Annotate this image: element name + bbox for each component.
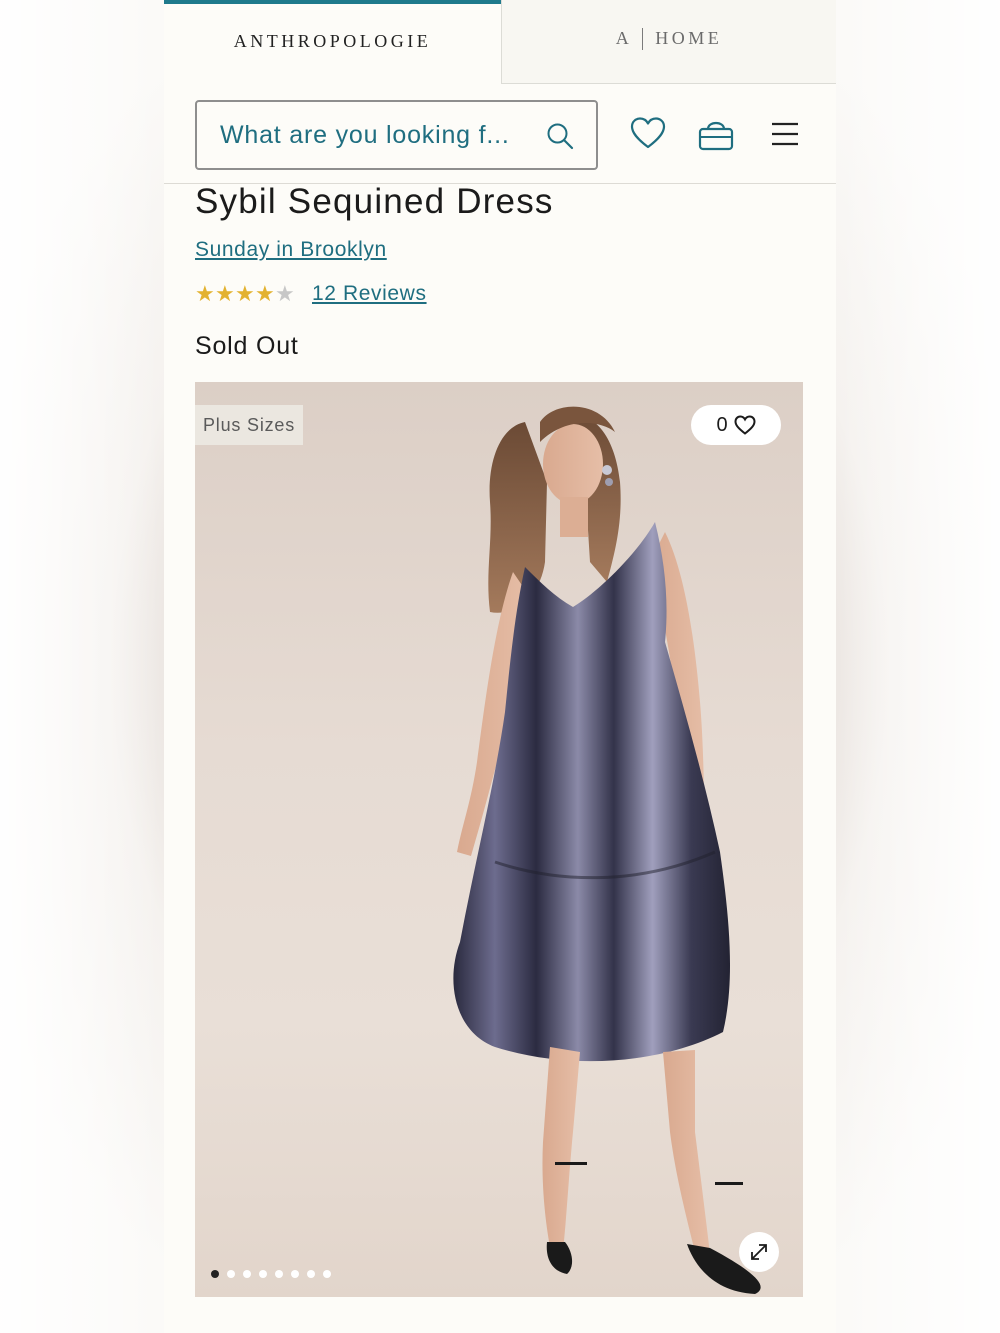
star-icon: ★	[275, 281, 295, 306]
tab-home-divider	[642, 27, 644, 50]
carousel-dot[interactable]	[275, 1270, 283, 1278]
product-photo	[453, 406, 761, 1294]
reviews-link[interactable]: 12 Reviews	[312, 282, 427, 306]
heart-icon[interactable]	[630, 116, 666, 152]
expand-image-button[interactable]	[739, 1232, 779, 1272]
tab-home-label: HOME	[655, 28, 723, 48]
carousel-dot[interactable]	[211, 1270, 219, 1278]
expand-icon	[751, 1244, 767, 1260]
shopping-bag-icon[interactable]	[698, 116, 734, 152]
tab-anthropologie[interactable]: ANTHROPOLOGIE	[164, 0, 501, 84]
carousel-dot[interactable]	[291, 1270, 299, 1278]
star-rating[interactable]: ★ ★ ★ ★ ★	[195, 282, 295, 306]
brand-link[interactable]: Sunday in Brooklyn	[195, 238, 387, 262]
carousel-dot[interactable]	[227, 1270, 235, 1278]
carousel-dot[interactable]	[323, 1270, 331, 1278]
carousel-dot[interactable]	[243, 1270, 251, 1278]
carousel-dot[interactable]	[307, 1270, 315, 1278]
star-icon: ★	[215, 281, 235, 306]
favorite-button[interactable]: 0	[691, 405, 781, 445]
star-icon: ★	[195, 281, 215, 306]
search-input[interactable]	[220, 120, 530, 150]
product-image-gallery[interactable]: Plus Sizes 0	[195, 382, 803, 1297]
carousel-dots	[211, 1270, 331, 1278]
favorite-count: 0	[716, 413, 728, 436]
product-title: Sybil Sequined Dress	[195, 182, 554, 221]
search-box[interactable]	[195, 100, 598, 170]
carousel-dot[interactable]	[259, 1270, 267, 1278]
star-icon: ★	[255, 281, 275, 306]
search-icon[interactable]	[546, 122, 574, 150]
size-badge: Plus Sizes	[195, 405, 304, 445]
tab-anthropologie-label: ANTHROPOLOGIE	[233, 30, 432, 51]
heart-outline-icon	[734, 415, 756, 435]
tab-home[interactable]: A HOME	[501, 0, 836, 84]
tab-home-monogram: A	[615, 28, 633, 48]
mobile-page: ANTHROPOLOGIE A HOME What are you lookin…	[164, 0, 836, 1333]
star-icon: ★	[235, 281, 255, 306]
header-bar	[164, 84, 836, 184]
stock-status: Sold Out	[195, 332, 299, 360]
hamburger-menu-icon[interactable]	[768, 116, 804, 152]
brand-tabs: ANTHROPOLOGIE A HOME	[164, 0, 836, 84]
